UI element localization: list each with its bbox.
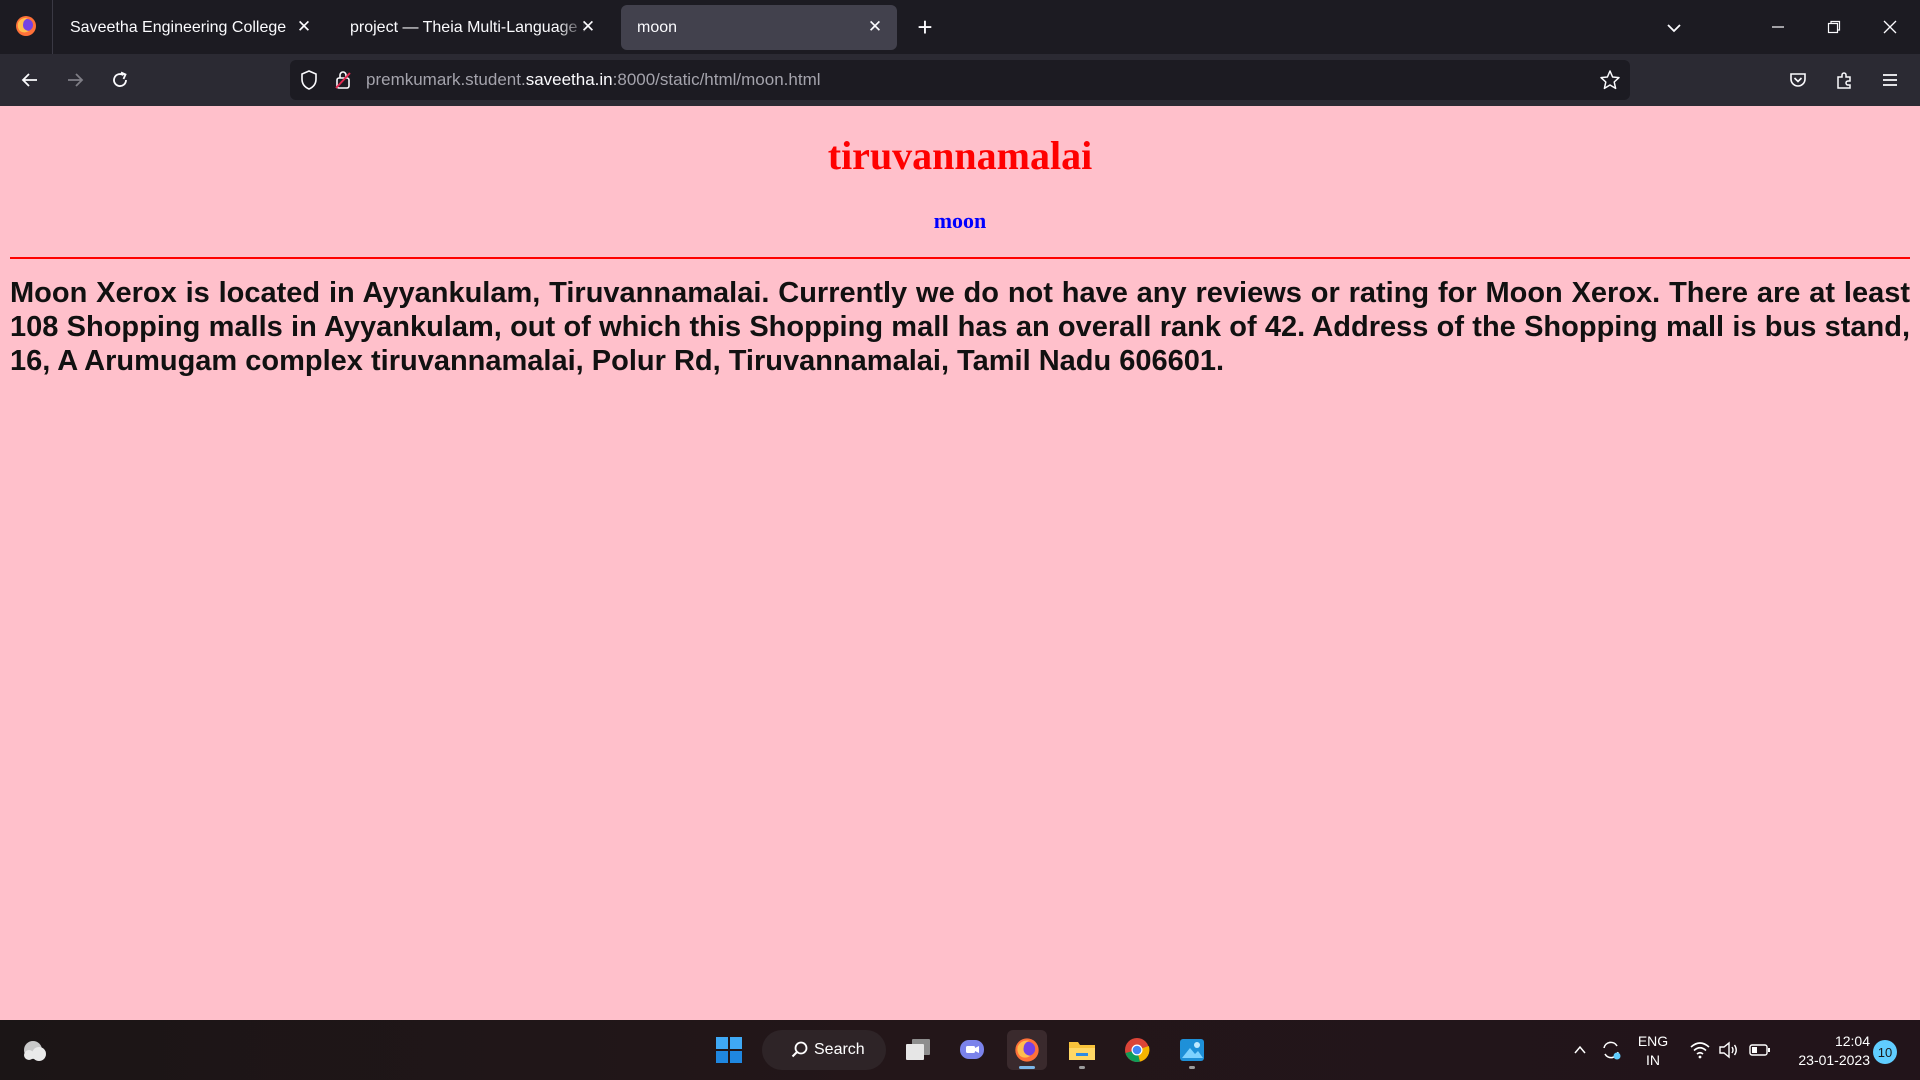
bookmark-star-icon[interactable] <box>1598 68 1622 92</box>
insecure-lock-icon[interactable] <box>332 69 354 91</box>
input-language-indicator[interactable]: ENG IN <box>1628 1032 1678 1070</box>
url-prefix: premkumark.student. <box>366 70 526 89</box>
notification-count-badge[interactable]: 10 <box>1873 1040 1897 1064</box>
taskbar-search-box[interactable]: Search <box>762 1030 886 1070</box>
list-all-tabs-chevron-icon[interactable] <box>1660 14 1688 42</box>
minimize-icon[interactable] <box>1750 0 1806 54</box>
running-indicator <box>1079 1066 1085 1069</box>
tab-label: project — Theia Multi-Language Explorer <box>350 18 586 36</box>
volume-icon[interactable] <box>1716 1020 1740 1080</box>
firefox-icon[interactable] <box>12 12 40 40</box>
running-indicator <box>1019 1066 1035 1069</box>
web-page-content: tiruvannamalai moon Moon Xerox is locate… <box>0 106 1920 1020</box>
firefox-taskbar-icon[interactable] <box>1007 1030 1047 1070</box>
weather-widget-icon[interactable] <box>20 1036 50 1066</box>
close-tab-icon[interactable]: ✕ <box>294 17 314 37</box>
tab-theia-project[interactable]: project — Theia Multi-Language Explorer … <box>334 5 610 50</box>
close-tab-icon[interactable]: ✕ <box>578 17 598 37</box>
tab-saveetha[interactable]: Saveetha Engineering College ✕ <box>54 5 326 50</box>
file-explorer-icon[interactable] <box>1062 1030 1102 1070</box>
region-code: IN <box>1646 1052 1660 1068</box>
wifi-icon[interactable] <box>1688 1020 1712 1080</box>
hamburger-menu-icon[interactable] <box>1874 64 1906 96</box>
reload-icon[interactable] <box>104 64 136 96</box>
address-bar[interactable]: premkumark.student.saveetha.in:8000/stat… <box>290 60 1630 100</box>
tab-separator <box>52 0 53 54</box>
system-clock[interactable]: 12:04 23-01-2023 <box>1780 1032 1870 1070</box>
sync-status-icon[interactable] <box>1598 1020 1624 1080</box>
new-tab-plus-icon[interactable]: + <box>910 12 940 42</box>
close-window-icon[interactable] <box>1862 0 1918 54</box>
close-tab-icon[interactable]: ✕ <box>865 17 885 37</box>
battery-icon[interactable] <box>1748 1020 1772 1080</box>
url-text[interactable]: premkumark.student.saveetha.in:8000/stat… <box>366 70 821 90</box>
extensions-puzzle-icon[interactable] <box>1829 64 1861 96</box>
start-icon[interactable] <box>709 1030 749 1070</box>
search-label: Search <box>814 1041 865 1058</box>
navigation-toolbar: premkumark.student.saveetha.in:8000/stat… <box>0 54 1920 106</box>
photos-icon[interactable] <box>1172 1030 1212 1070</box>
language-code: ENG <box>1637 1033 1669 1049</box>
tab-label: moon <box>637 18 678 36</box>
horizontal-rule <box>10 257 1910 259</box>
tab-label: Saveetha Engineering College <box>70 18 287 36</box>
show-hidden-icons-chevron-icon[interactable] <box>1568 1020 1592 1080</box>
tracking-protection-shield-icon[interactable] <box>298 69 320 91</box>
page-paragraph: Moon Xerox is located in Ayyankulam, Tir… <box>10 277 1910 377</box>
clock-time: 12:04 <box>1834 1033 1870 1049</box>
running-indicator <box>1189 1066 1195 1069</box>
back-arrow-icon[interactable] <box>14 64 46 96</box>
chrome-icon[interactable] <box>1117 1030 1157 1070</box>
pocket-icon[interactable] <box>1782 64 1814 96</box>
page-subheading: moon <box>933 208 987 233</box>
tab-strip: Saveetha Engineering College ✕ project —… <box>0 0 1920 54</box>
clock-date: 23-01-2023 <box>1798 1052 1870 1068</box>
url-host: saveetha.in <box>525 70 613 89</box>
windows-taskbar: Search ENG IN 12:04 23-01-2023 10 <box>0 1020 1920 1080</box>
teams-chat-icon[interactable] <box>952 1030 992 1070</box>
restore-icon[interactable] <box>1806 0 1862 54</box>
task-view-icon[interactable] <box>898 1030 938 1070</box>
page-heading: tiruvannamalai <box>827 133 1093 178</box>
url-path: :8000/static/html/moon.html <box>612 70 821 89</box>
search-icon <box>790 1040 810 1060</box>
forward-arrow-icon[interactable] <box>59 64 91 96</box>
tab-moon[interactable]: moon ✕ <box>621 5 897 50</box>
